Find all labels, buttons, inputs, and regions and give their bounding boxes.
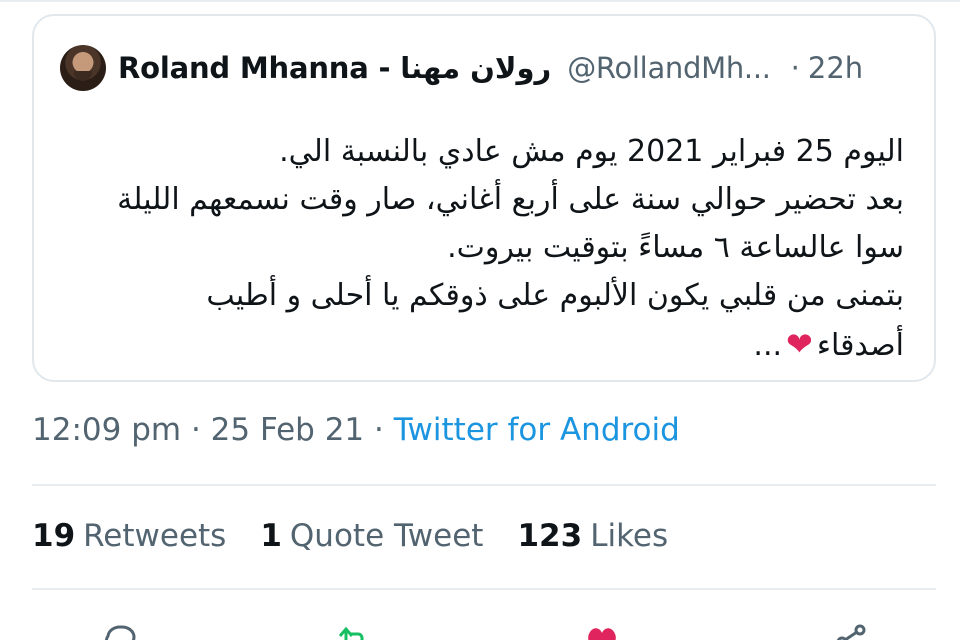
retweets-label: Retweets xyxy=(83,518,227,554)
likes-count: 123 xyxy=(517,518,583,554)
tweet-source-link[interactable]: Twitter for Android xyxy=(394,412,680,448)
divider xyxy=(32,484,936,486)
divider xyxy=(32,588,936,590)
tweet-text-line: بعد تحضير حوالي سنة على أربع أغاني، صار … xyxy=(117,182,904,217)
avatar[interactable] xyxy=(60,45,106,91)
tweet-text-word: أصدقاء xyxy=(816,328,904,363)
tweet-text-line: سوا عالساعة ٦ مساءً بتوقيت بيروت. xyxy=(447,230,904,265)
likes-label: Likes xyxy=(590,518,669,554)
reply-icon[interactable] xyxy=(100,622,140,640)
quote-tweets-stat[interactable]: 1 Quote Tweet xyxy=(260,518,483,554)
action-bar xyxy=(0,618,960,640)
user-handle[interactable]: @RollandMh... xyxy=(567,51,771,85)
relative-timestamp[interactable]: 22h xyxy=(808,51,863,85)
engagement-stats: 19 Retweets 1 Quote Tweet 123 Likes xyxy=(32,518,668,554)
like-icon[interactable] xyxy=(582,622,622,640)
quotes-count: 1 xyxy=(260,518,282,554)
truncation-ellipsis: ... xyxy=(753,328,783,363)
tweet-text-line: بتمنى من قلبي يكون الألبوم على ذوقكم يا … xyxy=(206,278,904,313)
retweets-stat[interactable]: 19 Retweets xyxy=(32,518,226,554)
heart-emoji-icon: ❤ xyxy=(786,325,813,363)
quoted-tweet-header: Roland Mhanna - رولان مهنا @RollandMh...… xyxy=(60,44,863,92)
share-icon[interactable] xyxy=(832,622,872,640)
quoted-tweet-card[interactable]: Roland Mhanna - رولان مهنا @RollandMh...… xyxy=(32,14,936,382)
top-divider xyxy=(0,0,960,2)
retweet-icon[interactable] xyxy=(334,622,374,640)
display-name[interactable]: Roland Mhanna - رولان مهنا xyxy=(118,51,551,85)
meta-separator: · xyxy=(190,412,201,448)
tweet-meta: 12:09 pm · 25 Feb 21 · Twitter for Andro… xyxy=(32,412,680,448)
retweets-count: 19 xyxy=(32,518,76,554)
tweet-detail-view: Roland Mhanna - رولان مهنا @RollandMh...… xyxy=(0,0,960,640)
meta-separator: · xyxy=(374,412,384,448)
tweet-text-line-last: أصدقاء❤... xyxy=(54,320,904,370)
tweet-text-line: اليوم 25 فبراير 2021 يوم مش عادي بالنسبة… xyxy=(279,134,904,169)
quotes-label: Quote Tweet xyxy=(289,518,484,554)
likes-stat[interactable]: 123 Likes xyxy=(517,518,668,554)
tweet-time[interactable]: 12:09 pm xyxy=(32,412,181,448)
quoted-tweet-text: اليوم 25 فبراير 2021 يوم مش عادي بالنسبة… xyxy=(54,128,904,370)
dot-separator: · xyxy=(790,51,800,85)
tweet-date[interactable]: 25 Feb 21 xyxy=(211,412,365,448)
